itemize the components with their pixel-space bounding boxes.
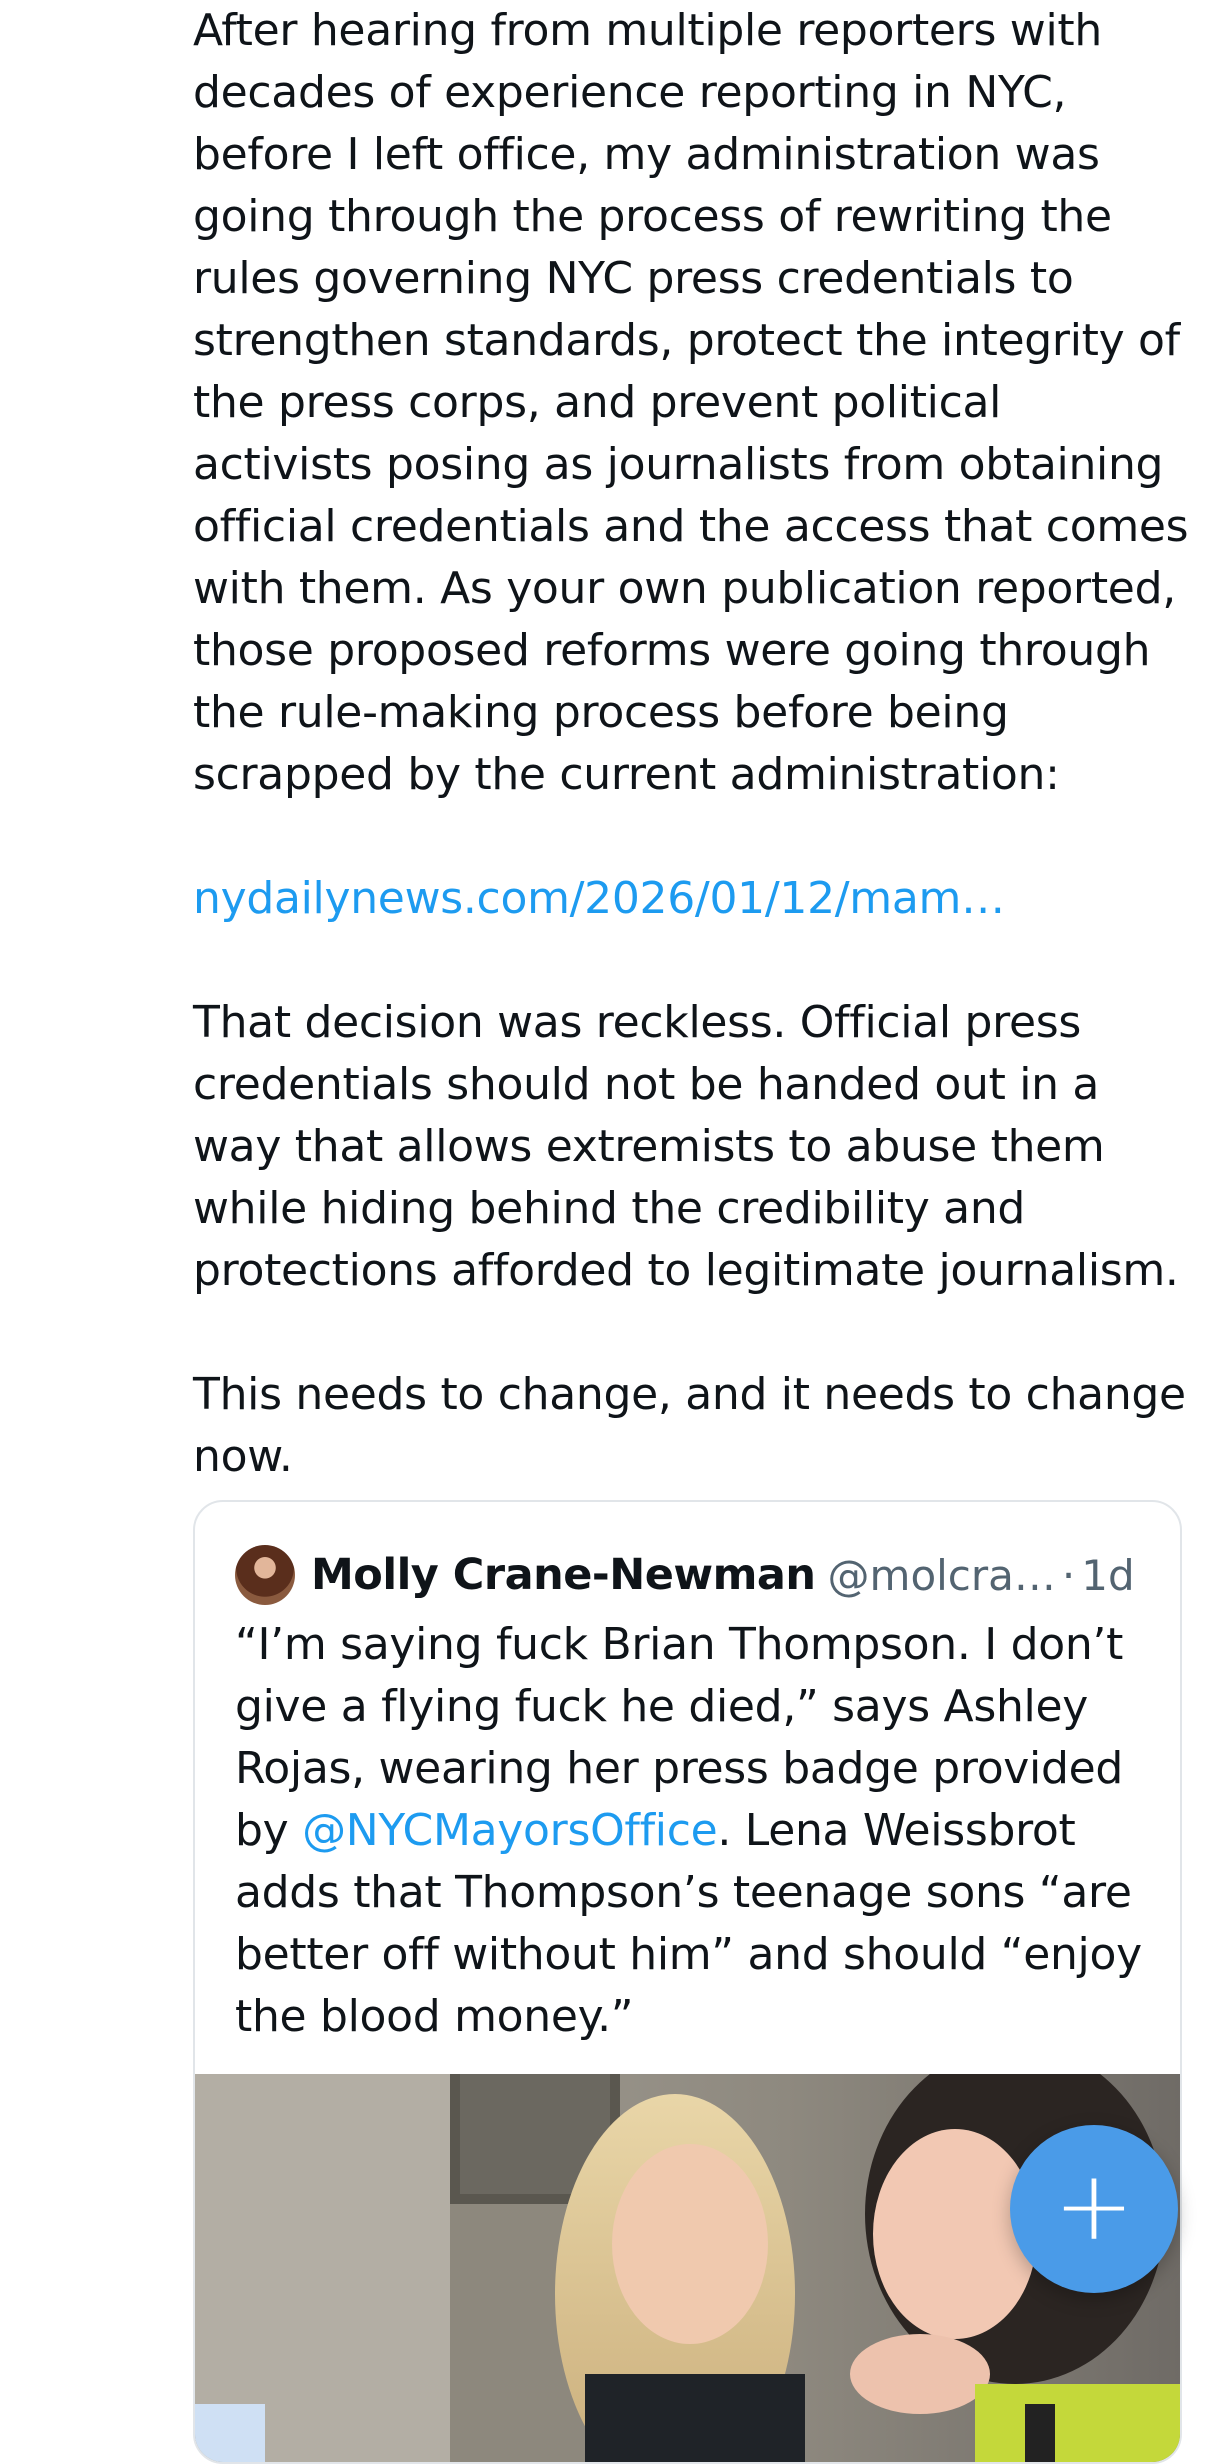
quoted-author-handle[interactable]: @molcra… bbox=[828, 1551, 1056, 1600]
quoted-post-text: “I’m saying fuck Brian Thompson. I don’t… bbox=[235, 1614, 1155, 2048]
post-paragraph-3: This needs to change, and it needs to ch… bbox=[193, 1369, 1186, 1482]
quoted-post-time[interactable]: 1d bbox=[1081, 1551, 1134, 1600]
header-separator: · bbox=[1061, 1550, 1076, 1600]
post-paragraph-1: After hearing from multiple reporters wi… bbox=[193, 5, 1189, 800]
post-link-paragraph: nydailynews.com/2026/01/12/mam… bbox=[193, 868, 1193, 930]
post-text: After hearing from multiple reporters wi… bbox=[193, 0, 1193, 1488]
compose-button[interactable]: + bbox=[1010, 2125, 1178, 2293]
plus-icon: + bbox=[1053, 2150, 1135, 2262]
mention-link[interactable]: @NYCMayorsOffice bbox=[302, 1805, 718, 1856]
quoted-post-header: Molly Crane-Newman @molcra… · 1d bbox=[235, 1544, 1135, 1606]
photo-illustration bbox=[195, 2074, 1180, 2462]
post-paragraph-2: That decision was reckless. Official pre… bbox=[193, 997, 1179, 1296]
quoted-post-image[interactable] bbox=[195, 2074, 1180, 2462]
quoted-post-card[interactable]: Molly Crane-Newman @molcra… · 1d “I’m sa… bbox=[193, 1500, 1182, 2464]
article-link[interactable]: nydailynews.com/2026/01/12/mam… bbox=[193, 873, 1005, 924]
quoted-author-name[interactable]: Molly Crane-Newman bbox=[311, 1550, 816, 1600]
avatar[interactable] bbox=[235, 1545, 295, 1605]
